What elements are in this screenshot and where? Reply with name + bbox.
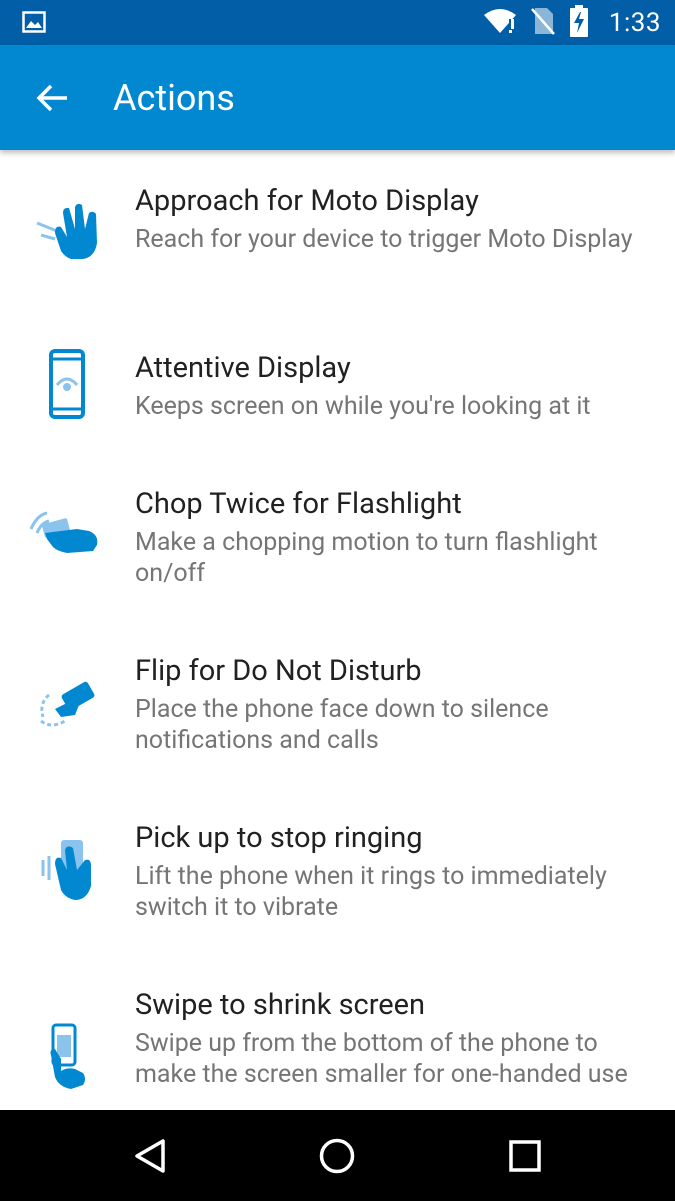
approach-hand-icon	[27, 193, 107, 273]
list-item-flip[interactable]: Flip for Do Not Disturb Place the phone …	[0, 620, 675, 787]
status-time: 1:33	[608, 7, 661, 38]
item-description: Reach for your device to trigger Moto Di…	[135, 225, 633, 254]
swipe-shrink-icon	[27, 1015, 107, 1095]
list-item-approach[interactable]: Approach for Moto Display Reach for your…	[0, 150, 675, 317]
back-button[interactable]	[24, 73, 80, 123]
item-title: Pick up to stop ringing	[135, 821, 423, 855]
item-description: Lift the phone when it rings to immediat…	[135, 862, 607, 922]
list-item-pickup[interactable]: Pick up to stop ringing Lift the phone w…	[0, 787, 675, 954]
navigation-bar	[0, 1110, 675, 1201]
item-description: Keeps screen on while you're looking at …	[135, 392, 591, 421]
recents-square-icon	[509, 1140, 541, 1172]
home-circle-icon	[319, 1138, 355, 1174]
nav-recents-button[interactable]	[495, 1128, 555, 1184]
item-title: Swipe to shrink screen	[135, 988, 426, 1022]
no-sim-icon	[530, 7, 555, 39]
item-title: Flip for Do Not Disturb	[135, 654, 422, 688]
back-triangle-icon	[135, 1139, 165, 1173]
list-item-swipe-shrink[interactable]: Swipe to shrink screen Swipe up from the…	[0, 954, 675, 1110]
battery-charging-icon	[569, 4, 589, 41]
nav-home-button[interactable]	[307, 1128, 367, 1184]
flip-phone-icon	[27, 663, 107, 743]
app-bar: Actions	[0, 45, 675, 150]
item-description: Place the phone face down to silence not…	[135, 695, 549, 755]
item-title: Chop Twice for Flashlight	[135, 487, 462, 521]
item-description: Swipe up from the bottom of the phone to…	[135, 1029, 628, 1089]
chop-hand-icon	[27, 495, 107, 575]
item-description: Make a chopping motion to turn flashligh…	[135, 528, 598, 588]
wifi-icon	[483, 8, 517, 38]
pickup-hand-icon	[27, 830, 107, 910]
attentive-phone-icon	[27, 345, 107, 425]
status-bar: 1:33	[0, 0, 675, 45]
page-title: Actions	[113, 77, 235, 119]
actions-list: Approach for Moto Display Reach for your…	[0, 150, 675, 1110]
nav-back-button[interactable]	[120, 1128, 180, 1184]
arrow-back-icon	[36, 84, 67, 112]
item-title: Attentive Display	[135, 351, 351, 385]
item-title: Approach for Moto Display	[135, 184, 479, 218]
image-notification-icon	[22, 11, 46, 37]
list-item-chop[interactable]: Chop Twice for Flashlight Make a choppin…	[0, 453, 675, 620]
